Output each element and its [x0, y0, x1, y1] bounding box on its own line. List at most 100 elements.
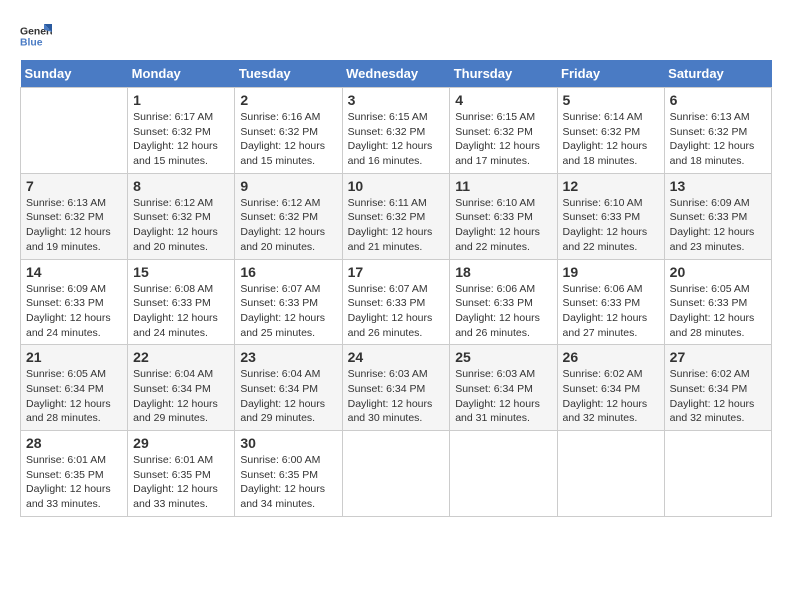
daylight-label: Daylight: 12 hours and 33 minutes. [26, 483, 111, 510]
sunrise-label: Sunrise: 6:00 AM [240, 454, 320, 466]
day-info: Sunrise: 6:03 AMSunset: 6:34 PMDaylight:… [348, 367, 445, 426]
day-number: 28 [26, 435, 122, 451]
daylight-label: Daylight: 12 hours and 19 minutes. [26, 226, 111, 253]
calendar-cell [21, 88, 128, 174]
day-number: 5 [563, 92, 659, 108]
calendar-cell: 29Sunrise: 6:01 AMSunset: 6:35 PMDayligh… [128, 431, 235, 517]
calendar-cell: 22Sunrise: 6:04 AMSunset: 6:34 PMDayligh… [128, 345, 235, 431]
day-info: Sunrise: 6:10 AMSunset: 6:33 PMDaylight:… [563, 196, 659, 255]
daylight-label: Daylight: 12 hours and 24 minutes. [133, 312, 218, 339]
sunset-label: Sunset: 6:34 PM [240, 383, 318, 395]
calendar-cell: 19Sunrise: 6:06 AMSunset: 6:33 PMDayligh… [557, 259, 664, 345]
calendar-cell: 1Sunrise: 6:17 AMSunset: 6:32 PMDaylight… [128, 88, 235, 174]
day-info: Sunrise: 6:00 AMSunset: 6:35 PMDaylight:… [240, 453, 336, 512]
sunrise-label: Sunrise: 6:07 AM [348, 283, 428, 295]
sunrise-label: Sunrise: 6:02 AM [563, 368, 643, 380]
day-number: 21 [26, 349, 122, 365]
daylight-label: Daylight: 12 hours and 34 minutes. [240, 483, 325, 510]
day-info: Sunrise: 6:07 AMSunset: 6:33 PMDaylight:… [348, 282, 445, 341]
day-info: Sunrise: 6:15 AMSunset: 6:32 PMDaylight:… [348, 110, 445, 169]
daylight-label: Daylight: 12 hours and 27 minutes. [563, 312, 648, 339]
day-number: 9 [240, 178, 336, 194]
day-info: Sunrise: 6:08 AMSunset: 6:33 PMDaylight:… [133, 282, 229, 341]
sunset-label: Sunset: 6:32 PM [455, 126, 533, 138]
week-row-2: 7Sunrise: 6:13 AMSunset: 6:32 PMDaylight… [21, 173, 772, 259]
day-info: Sunrise: 6:16 AMSunset: 6:32 PMDaylight:… [240, 110, 336, 169]
day-number: 3 [348, 92, 445, 108]
sunrise-label: Sunrise: 6:12 AM [133, 197, 213, 209]
sunset-label: Sunset: 6:34 PM [26, 383, 104, 395]
header-cell-monday: Monday [128, 60, 235, 88]
sunset-label: Sunset: 6:32 PM [133, 211, 211, 223]
sunset-label: Sunset: 6:34 PM [455, 383, 533, 395]
day-number: 1 [133, 92, 229, 108]
week-row-1: 1 Sunrise: 6:17 AM Sunset: 6:32 PM Daylight… [21, 88, 772, 174]
sunset-label: Sunset: 6:32 PM [240, 126, 318, 138]
daylight-label: Daylight: 12 hours and 31 minutes. [455, 398, 540, 425]
sunrise-label: Sunrise: 6:13 AM [26, 197, 106, 209]
sunset-label: Sunset: 6:35 PM [133, 469, 211, 481]
sunset-label: Sunset: 6:33 PM [455, 297, 533, 309]
daylight-label: Daylight: 12 hours and 26 minutes. [455, 312, 540, 339]
daylight-label: Daylight: 12 hours and 24 minutes. [26, 312, 111, 339]
sunrise-label: Sunrise: 6:05 AM [670, 283, 750, 295]
day-info: Sunrise: 6:05 AMSunset: 6:34 PMDaylight:… [26, 367, 122, 426]
sunrise-label: Sunrise: 6:15 AM [348, 111, 428, 123]
sunrise-label: Sunrise: 6:15 AM [455, 111, 535, 123]
day-info: Sunrise: 6:10 AMSunset: 6:33 PMDaylight:… [455, 196, 551, 255]
day-info: Sunrise: 6:07 AMSunset: 6:33 PMDaylight:… [240, 282, 336, 341]
calendar-cell: 30Sunrise: 6:00 AMSunset: 6:35 PMDayligh… [235, 431, 342, 517]
sunset-label: Sunset: 6:33 PM [240, 297, 318, 309]
daylight-label: Daylight: 12 hours and 22 minutes. [563, 226, 648, 253]
header-cell-wednesday: Wednesday [342, 60, 450, 88]
calendar-cell [342, 431, 450, 517]
calendar-cell: 27Sunrise: 6:02 AMSunset: 6:34 PMDayligh… [664, 345, 771, 431]
calendar-cell [557, 431, 664, 517]
week-row-3: 14Sunrise: 6:09 AMSunset: 6:33 PMDayligh… [21, 259, 772, 345]
calendar-cell: 21 Sunrise: 6:05 AMSunset: 6:34 PMDayligh… [21, 345, 128, 431]
day-number: 12 [563, 178, 659, 194]
daylight-label: Daylight: 12 hours and 26 minutes. [348, 312, 433, 339]
day-number: 4 [455, 92, 551, 108]
sunset-label: Sunset: 6:33 PM [563, 297, 641, 309]
day-info: Sunrise: 6:04 AMSunset: 6:34 PMDaylight:… [240, 367, 336, 426]
calendar-cell: 23Sunrise: 6:04 AMSunset: 6:34 PMDayligh… [235, 345, 342, 431]
day-info: Sunrise: 6:09 AMSunset: 6:33 PMDaylight:… [670, 196, 766, 255]
calendar-cell: 6Sunrise: 6:13 AMSunset: 6:32 PMDaylight… [664, 88, 771, 174]
calendar-cell: 24 Sunrise: 6:03 AMSunset: 6:34 PMDayligh… [342, 345, 450, 431]
header-cell-sunday: Sunday [21, 60, 128, 88]
sunset-label: Sunset: 6:34 PM [563, 383, 641, 395]
sunrise-label: Sunrise: 6:07 AM [240, 283, 320, 295]
daylight-label: Daylight: 12 hours and 15 minutes. [133, 140, 218, 167]
sunset-label: Sunset: 6:33 PM [26, 297, 104, 309]
sunset-label: Sunset: 6:34 PM [348, 383, 426, 395]
sunrise-label: Sunrise: 6:14 AM [563, 111, 643, 123]
calendar-cell: 9Sunrise: 6:12 AMSunset: 6:32 PMDaylight… [235, 173, 342, 259]
day-number: 16 [240, 264, 336, 280]
header-cell-thursday: Thursday [450, 60, 557, 88]
day-number: 25 [455, 349, 551, 365]
day-info: Sunrise: 6:04 AMSunset: 6:34 PMDaylight:… [133, 367, 229, 426]
header-cell-friday: Friday [557, 60, 664, 88]
sunset-label: Sunset: 6:32 PM [348, 211, 426, 223]
sunset-label: Sunset: 6:35 PM [26, 469, 104, 481]
sunrise-label: Sunrise: 6:01 AM [26, 454, 106, 466]
week-row-4: 21 Sunrise: 6:05 AMSunset: 6:34 PMDayligh… [21, 345, 772, 431]
calendar-cell: 11Sunrise: 6:10 AMSunset: 6:33 PMDayligh… [450, 173, 557, 259]
sunrise-label: Sunrise: 6:17 AM [133, 111, 213, 123]
sunrise-label: Sunrise: 6:16 AM [240, 111, 320, 123]
day-info: Sunrise: 6:06 AMSunset: 6:33 PMDaylight:… [563, 282, 659, 341]
calendar-cell [664, 431, 771, 517]
day-number: 24 [348, 349, 445, 365]
calendar-cell: 5Sunrise: 6:14 AMSunset: 6:32 PMDaylight… [557, 88, 664, 174]
calendar-cell: 10Sunrise: 6:11 AMSunset: 6:32 PMDayligh… [342, 173, 450, 259]
day-info: Sunrise: 6:01 AM Sunset: 6:35 PM Daylight:… [26, 453, 122, 512]
calendar-cell: 2Sunrise: 6:16 AMSunset: 6:32 PMDaylight… [235, 88, 342, 174]
sunset-label: Sunset: 6:33 PM [670, 297, 748, 309]
sunset-label: Sunset: 6:32 PM [348, 126, 426, 138]
sunset-label: Sunset: 6:33 PM [133, 297, 211, 309]
sunrise-label: Sunrise: 6:06 AM [455, 283, 535, 295]
sunrise-label: Sunrise: 6:03 AM [455, 368, 535, 380]
svg-text:Blue: Blue [20, 38, 43, 49]
sunset-label: Sunset: 6:34 PM [670, 383, 748, 395]
